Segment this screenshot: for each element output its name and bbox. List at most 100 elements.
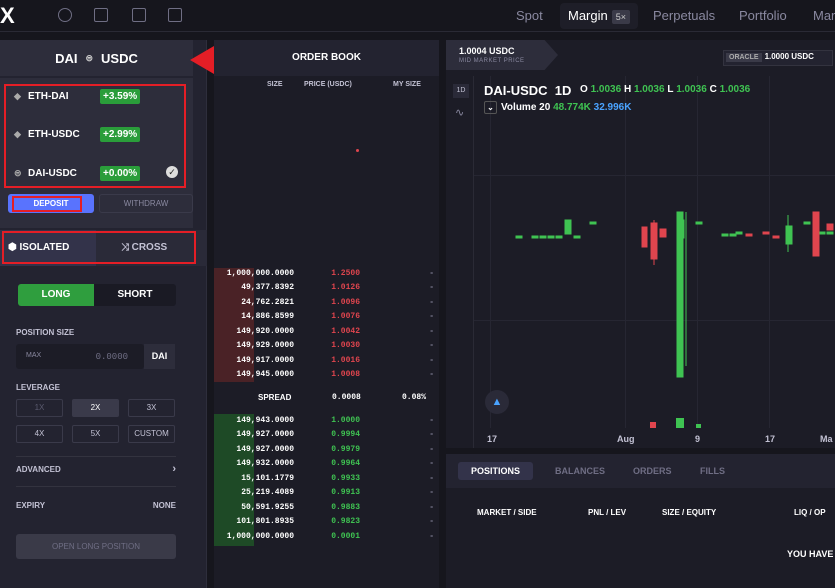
ask-row[interactable]: 149,929.0000 1.0030 - xyxy=(214,341,439,355)
x-tick: Ma xyxy=(820,434,833,444)
long-button[interactable]: LONG xyxy=(18,284,94,306)
ask-size: 149,917.0000 xyxy=(236,356,294,365)
short-button[interactable]: SHORT xyxy=(94,284,176,306)
dai-icon: ⊜ xyxy=(85,52,94,63)
candle xyxy=(735,231,743,235)
marker-dot xyxy=(356,149,359,152)
volume-bars xyxy=(650,418,701,428)
ask-size: 14,886.8599 xyxy=(241,312,294,321)
bid-row[interactable]: 50,591.9255 0.9883 - xyxy=(214,503,439,517)
nav-margin-label: Margin xyxy=(568,8,608,23)
ask-price: 1.0096 xyxy=(331,298,360,307)
megaphone-icon[interactable] xyxy=(168,8,182,22)
x-tick: 17 xyxy=(765,434,776,444)
ask-my-size: - xyxy=(429,341,434,350)
withdraw-button[interactable]: WITHDRAW xyxy=(99,194,193,213)
spread-pct: 0.08% xyxy=(402,393,427,402)
bid-row[interactable]: 149,927.0000 0.9979 - xyxy=(214,445,439,459)
ask-row[interactable]: 149,920.0000 1.0042 - xyxy=(214,327,439,341)
candle xyxy=(826,223,834,231)
bid-row[interactable]: 15,101.1779 0.9933 - xyxy=(214,474,439,488)
open-position-button[interactable]: OPEN LONG POSITION xyxy=(16,534,176,559)
candle xyxy=(641,226,648,248)
ask-row[interactable]: 1,000,000.0000 1.2500 - xyxy=(214,269,439,283)
candle xyxy=(721,233,729,237)
bid-my-size: - xyxy=(429,430,434,439)
advanced-toggle[interactable]: ADVANCED › xyxy=(16,463,176,475)
leverage-4x[interactable]: 4X xyxy=(16,425,63,443)
leverage-custom[interactable]: CUSTOM xyxy=(128,425,175,443)
empty-positions-text: YOU HAVE xyxy=(787,549,834,559)
candle xyxy=(555,235,563,239)
price-chart[interactable]: 1.0004 USDC MID MARKET PRICE ORACLE 1.000… xyxy=(446,40,835,448)
chat-icon[interactable] xyxy=(132,8,146,22)
max-button[interactable]: MAX xyxy=(26,352,41,359)
positions-panel: POSITIONS BALANCES ORDERS FILLS MARKET /… xyxy=(446,454,835,588)
pair-quote: USDC xyxy=(101,50,138,66)
tab-positions[interactable]: POSITIONS xyxy=(458,462,534,480)
ask-price: 1.0126 xyxy=(331,283,360,292)
candle xyxy=(589,221,597,225)
pair-selector[interactable]: DAI ⊜ USDC xyxy=(0,40,193,76)
ask-row[interactable]: 49,377.8392 1.0126 - xyxy=(214,283,439,297)
tab-fills[interactable]: FILLS xyxy=(700,462,725,480)
bid-row[interactable]: 101,801.8935 0.9823 - xyxy=(214,517,439,531)
bid-row[interactable]: 25,219.4089 0.9913 - xyxy=(214,488,439,502)
bid-price: 0.9964 xyxy=(331,459,360,468)
nav-margin[interactable]: Margin 5× xyxy=(560,3,639,29)
nav-portfolio[interactable]: Portfolio xyxy=(739,0,787,32)
ask-my-size: - xyxy=(429,298,434,307)
x-tick: Aug xyxy=(617,434,635,444)
size-asset-label: DAI xyxy=(144,344,175,369)
help-icon[interactable] xyxy=(58,8,72,22)
candle xyxy=(818,231,826,235)
position-size-input[interactable]: MAX 0.0000 xyxy=(16,344,144,369)
ask-size: 149,920.0000 xyxy=(236,327,294,336)
bid-price: 1.0000 xyxy=(331,416,360,425)
leverage-1x[interactable]: 1X xyxy=(16,399,63,417)
expiry-label: EXPIRY xyxy=(16,501,46,510)
ask-row[interactable]: 14,886.8599 1.0076 - xyxy=(214,312,439,326)
terminal-icon[interactable] xyxy=(94,8,108,22)
positions-tabs: POSITIONS BALANCES ORDERS FILLS xyxy=(446,454,835,488)
candles-up xyxy=(515,211,834,378)
tab-orders[interactable]: ORDERS xyxy=(633,462,672,480)
bid-row[interactable]: 149,932.0000 0.9964 - xyxy=(214,459,439,473)
bid-price: 0.9979 xyxy=(331,445,360,454)
bid-price: 0.9913 xyxy=(331,488,360,497)
ask-row[interactable]: 24,762.2821 1.0096 - xyxy=(214,298,439,312)
expiry-row: EXPIRY NONE xyxy=(16,501,176,510)
bid-row[interactable]: 1,000,000.0000 0.0001 - xyxy=(214,532,439,546)
leverage-5x[interactable]: 5X xyxy=(72,425,119,443)
nav-perpetuals[interactable]: Perpetuals xyxy=(653,0,715,32)
logo[interactable]: X xyxy=(0,3,15,29)
bid-my-size: - xyxy=(429,503,434,512)
ask-row[interactable]: 149,945.0000 1.0008 - xyxy=(214,370,439,384)
candle xyxy=(729,233,737,237)
leverage-3x[interactable]: 3X xyxy=(128,399,175,417)
bid-row[interactable]: 149,943.0000 1.0000 - xyxy=(214,416,439,430)
bid-size: 25,219.4089 xyxy=(241,488,294,497)
spread-row: SPREAD 0.0008 0.08% xyxy=(214,390,439,404)
highlight-box-margin-mode xyxy=(2,231,196,264)
nav-spot[interactable]: Spot xyxy=(516,0,543,32)
x-tick: 9 xyxy=(695,434,701,444)
volume-bar xyxy=(676,418,684,428)
ask-my-size: - xyxy=(429,283,434,292)
bid-price: 0.9994 xyxy=(331,430,360,439)
leverage-2x[interactable]: 2X xyxy=(72,399,119,417)
nav-markets[interactable]: Mar xyxy=(813,0,835,32)
tradingview-logo-icon[interactable]: ▲ xyxy=(485,390,509,414)
ask-price: 1.0030 xyxy=(331,341,360,350)
bid-price: 0.9823 xyxy=(331,517,360,526)
bid-size: 50,591.9255 xyxy=(241,503,294,512)
expiry-value: NONE xyxy=(152,501,176,510)
col-liq-open: LIQ / OP xyxy=(794,508,826,517)
tab-balances[interactable]: BALANCES xyxy=(555,462,605,480)
bid-size: 149,932.0000 xyxy=(236,459,294,468)
bid-row[interactable]: 149,927.0000 0.9994 - xyxy=(214,430,439,444)
ask-row[interactable]: 149,917.0000 1.0016 - xyxy=(214,356,439,370)
candle xyxy=(539,235,547,239)
highlight-box-deposit xyxy=(12,196,82,212)
trade-panel: DAI ⊜ USDC ◆ ETH-DAI +3.59% ◆ ETH-USDC +… xyxy=(0,40,207,588)
